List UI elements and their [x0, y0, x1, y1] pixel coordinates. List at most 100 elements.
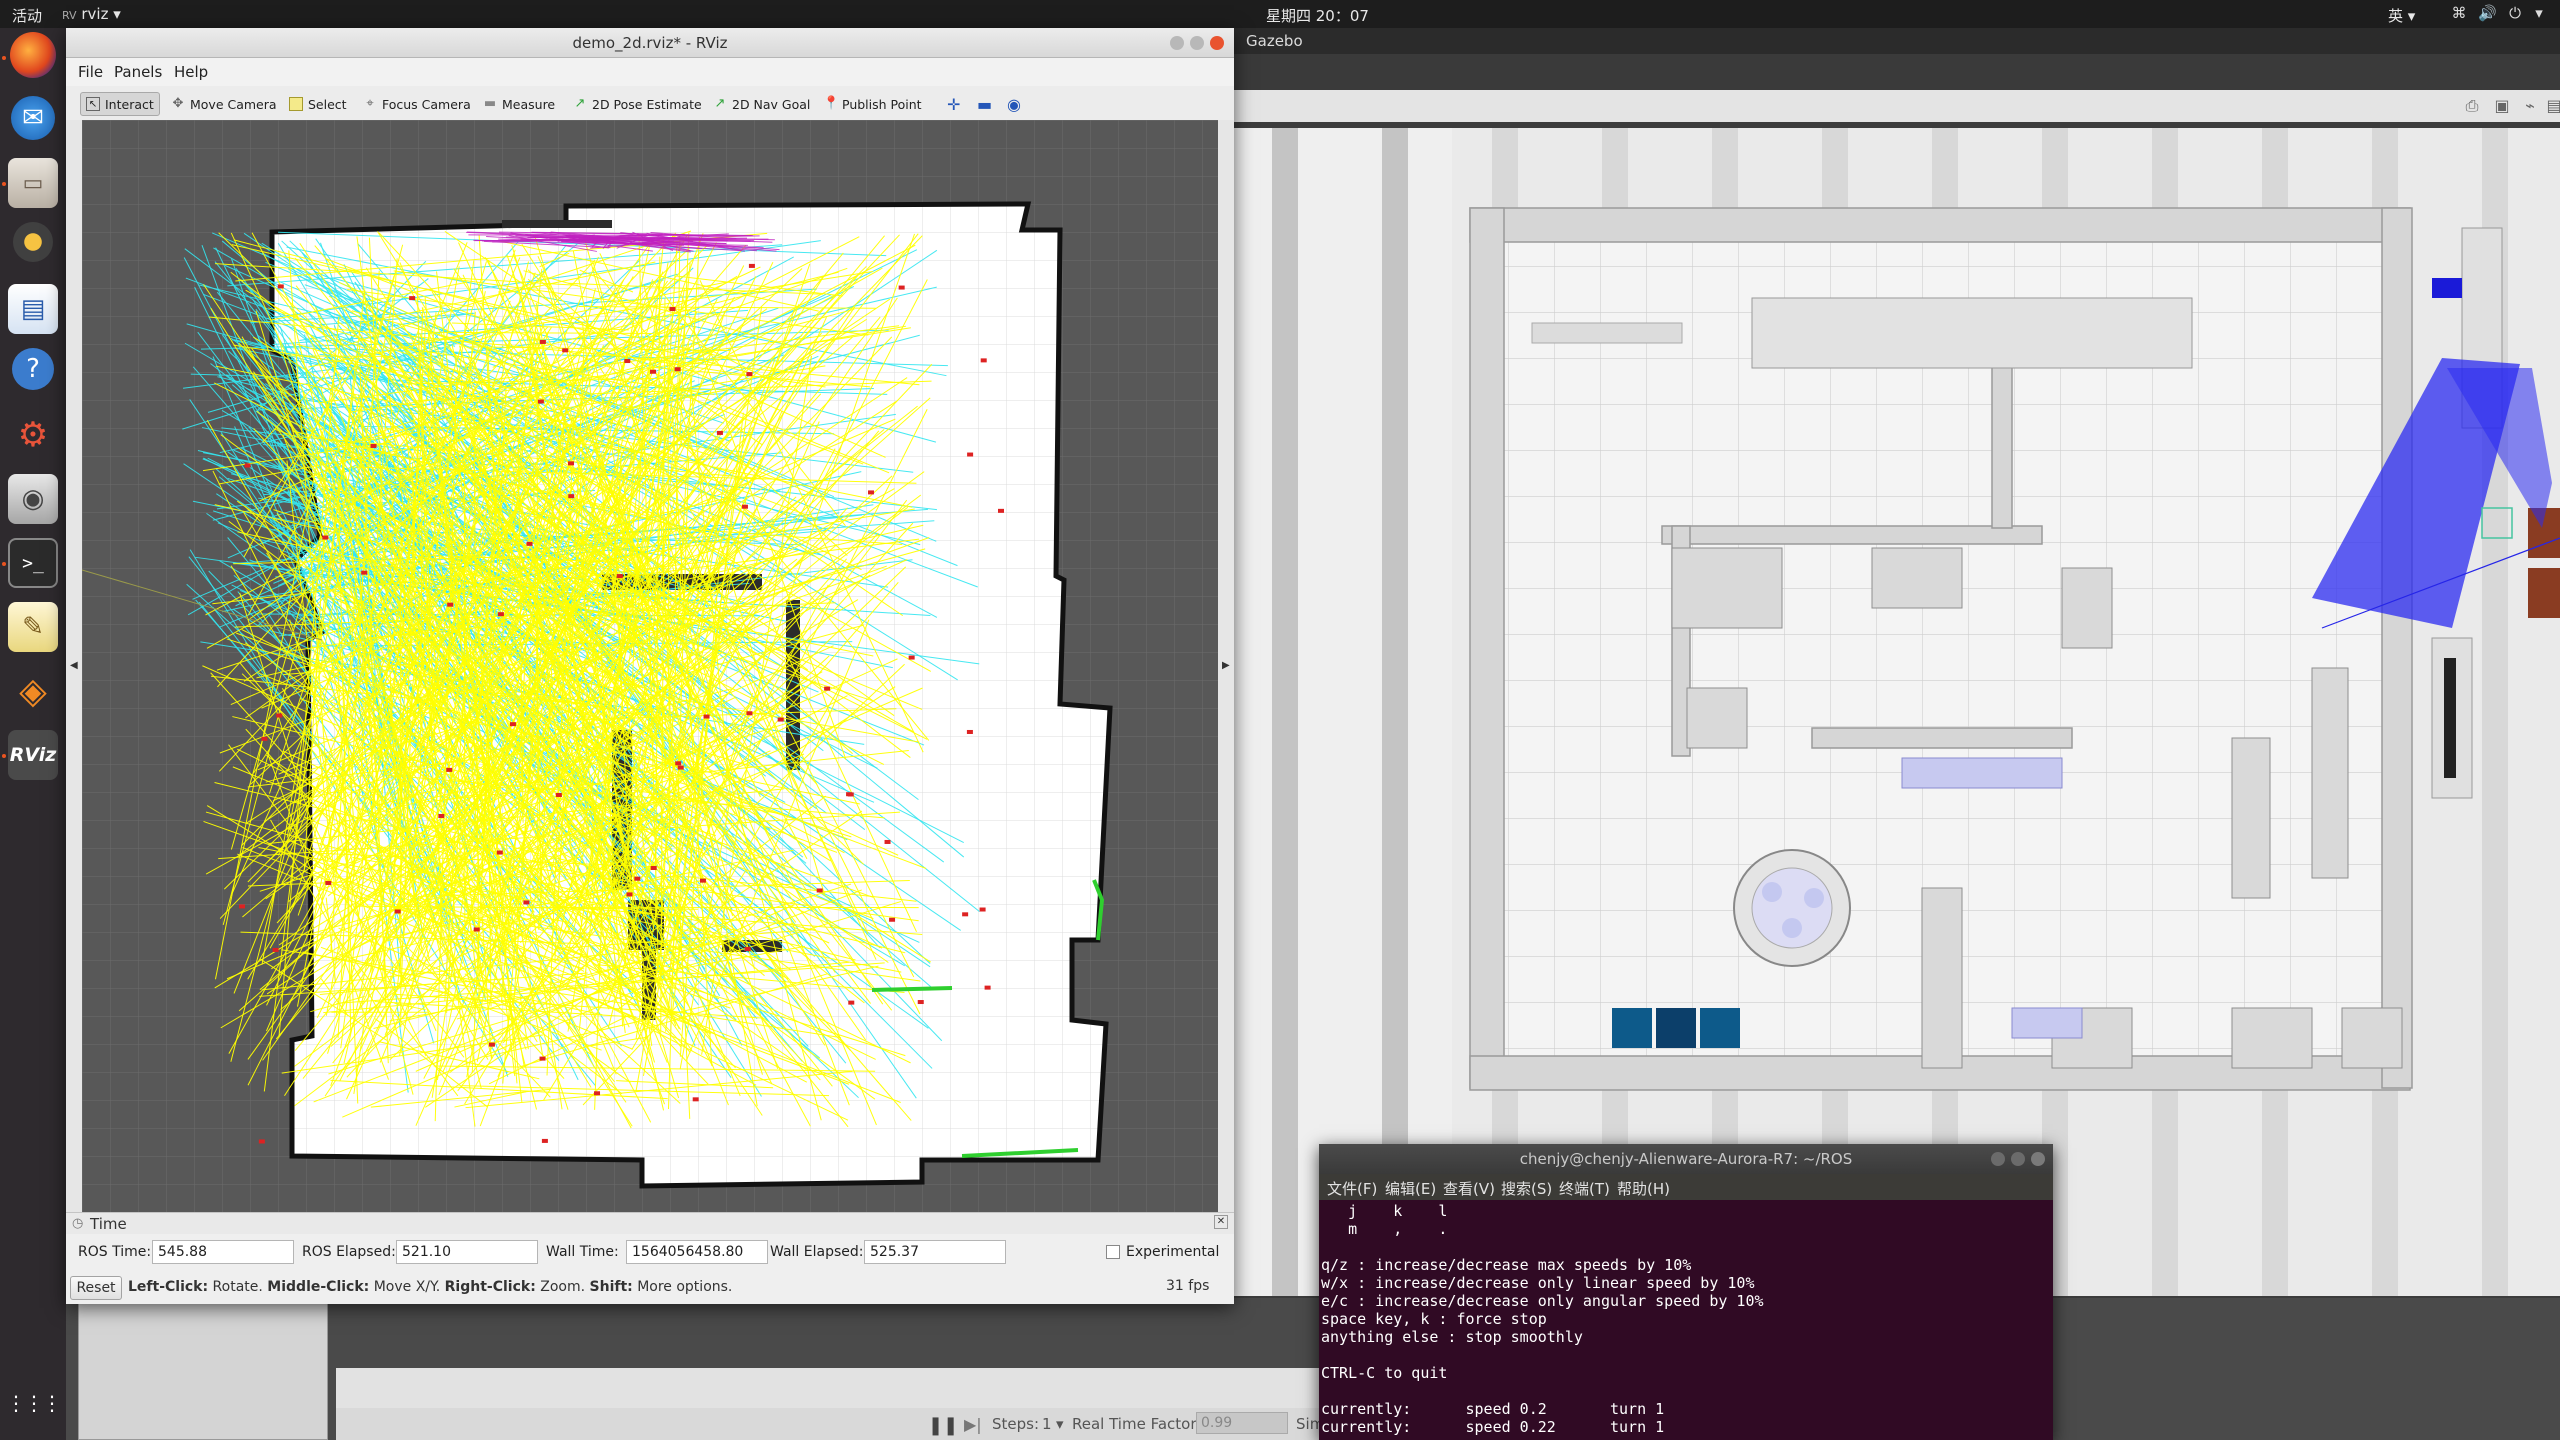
rviz-window: demo_2d.rviz* - RViz File Panels Help ↖ … — [66, 28, 1234, 1304]
landmark-marker — [624, 359, 631, 364]
expand-left-icon[interactable]: ◀ — [70, 660, 78, 671]
landmark-marker — [447, 602, 454, 607]
experimental-checkbox[interactable] — [1106, 1245, 1120, 1259]
rviz-left-dock-handle[interactable]: ◀ — [66, 120, 82, 1236]
ros-elapsed-field[interactable]: 521.10 — [396, 1240, 538, 1264]
maximize-icon[interactable] — [1190, 36, 1204, 50]
clock[interactable]: 星期四 20：07 — [1266, 5, 1369, 26]
activities-button[interactable]: 活动 — [12, 5, 42, 26]
interact-button[interactable]: ↖ Interact — [80, 92, 160, 116]
rviz-small-icon: RV — [62, 9, 77, 22]
menu-search[interactable]: 搜索(S) — [1501, 1178, 1552, 1199]
writer-icon[interactable]: ▤ — [8, 284, 58, 334]
minimize-icon[interactable] — [1991, 1152, 2005, 1166]
landmark-marker — [568, 461, 575, 466]
show-applications-icon[interactable]: ⋮⋮⋮ — [6, 1378, 62, 1428]
menu-help[interactable]: 帮助(H) — [1617, 1178, 1670, 1199]
expand-right-icon[interactable]: ▶ — [1222, 660, 1230, 671]
landmark-marker — [370, 443, 377, 448]
select-button[interactable]: Select — [284, 92, 352, 116]
menu-edit[interactable]: 编辑(E) — [1385, 1178, 1436, 1199]
thunderbird-icon[interactable]: ✉ — [11, 96, 55, 140]
close-icon[interactable] — [2031, 1152, 2045, 1166]
input-method-indicator[interactable]: 英 ▾ — [2388, 5, 2415, 26]
terminal-title: chenjy@chenjy-Alienware-Aurora-R7: ~/ROS — [1519, 1150, 1853, 1168]
wall-elapsed-field[interactable]: 525.37 — [864, 1240, 1006, 1264]
running-indicator — [2, 182, 6, 186]
rviz-title: demo_2d.rviz* - RViz — [572, 34, 728, 52]
landmark-marker — [868, 490, 875, 495]
landmark-marker — [979, 907, 986, 912]
landmark-marker — [650, 866, 657, 871]
move-camera-button[interactable]: ✥ Move Camera — [166, 92, 282, 116]
text-editor-icon[interactable]: ✎ — [8, 602, 58, 652]
nav-goal-button[interactable]: ↗ 2D Nav Goal — [708, 92, 815, 116]
rviz-3d-view[interactable] — [82, 120, 1218, 1236]
menu-view[interactable]: 查看(V) — [1443, 1178, 1495, 1199]
gazebo-side-panel[interactable] — [78, 1294, 328, 1440]
ros-time-field[interactable]: 545.88 — [152, 1240, 294, 1264]
terminal-titlebar[interactable]: chenjy@chenjy-Alienware-Aurora-R7: ~/ROS — [1319, 1144, 2053, 1174]
remove-tool-button[interactable]: ▬ — [972, 92, 997, 116]
step-icon[interactable]: ▶| — [964, 1415, 982, 1434]
terminal-line: m , . — [1321, 1220, 1448, 1238]
reset-button[interactable]: Reset — [70, 1276, 122, 1300]
help-icon[interactable]: ? — [12, 348, 54, 390]
shift-label: Shift: — [589, 1279, 633, 1295]
settings-icon[interactable]: ⚙ — [8, 410, 58, 460]
maximize-icon[interactable] — [2011, 1152, 2025, 1166]
video-icon[interactable]: ▤ — [2544, 96, 2560, 116]
screenshot-icon[interactable]: ◉ — [8, 474, 58, 524]
measure-button[interactable]: ▬ Measure — [478, 92, 560, 116]
volume-icon[interactable]: 🔊 — [2478, 4, 2497, 22]
rviz-right-dock-handle[interactable]: ▶ — [1218, 120, 1234, 1236]
terminal-output[interactable]: j k l m , . q/z : increase/decrease max … — [1319, 1202, 2053, 1440]
menu-file[interactable]: File — [78, 63, 103, 81]
landmark-marker — [898, 285, 905, 290]
steps-chevron-icon[interactable]: ▾ — [1056, 1415, 1064, 1433]
files-icon[interactable]: ▭ — [8, 158, 58, 208]
rhythmbox-icon[interactable] — [13, 222, 53, 262]
pose-estimate-button[interactable]: ↗ 2D Pose Estimate — [568, 92, 707, 116]
menu-terminal[interactable]: 终端(T) — [1559, 1178, 1610, 1199]
rviz-titlebar[interactable]: demo_2d.rviz* - RViz — [66, 28, 1234, 58]
layers-icon[interactable]: ◈ — [8, 666, 58, 716]
wall-time-field[interactable]: 1564056458.80 — [626, 1240, 768, 1264]
rviz-icon[interactable]: RViz — [8, 730, 58, 780]
pause-icon[interactable]: ❚❚ — [928, 1415, 958, 1436]
landmark-marker — [626, 892, 633, 897]
minimize-icon[interactable] — [1170, 36, 1184, 50]
landmark-marker — [699, 878, 706, 883]
power-icon[interactable]: ⏻ — [2506, 4, 2524, 22]
network-icon[interactable]: ⌘ — [2450, 4, 2468, 22]
right-click-desc: Zoom. — [540, 1279, 586, 1295]
menu-panels[interactable]: Panels — [114, 63, 162, 81]
rviz-status-bar: Reset Left-Click: Rotate. Middle-Click: … — [66, 1270, 1234, 1304]
gazebo-world-render — [1232, 128, 2560, 1296]
menu-file[interactable]: 文件(F) — [1327, 1178, 1377, 1199]
menu-help[interactable]: Help — [174, 63, 208, 81]
running-indicator — [2, 562, 6, 566]
plot-icon[interactable]: ⌁ — [2520, 96, 2540, 116]
publish-point-button[interactable]: 📍 Publish Point — [818, 92, 927, 116]
rviz-menubar: File Panels Help — [66, 58, 1234, 86]
add-tool-button[interactable]: ✛ — [942, 92, 965, 116]
gazebo-3d-scene[interactable] — [1232, 128, 2560, 1296]
close-panel-icon[interactable]: ✕ — [1214, 1215, 1228, 1229]
landmark-marker — [361, 570, 368, 575]
app-menu[interactable]: RV rviz ▾ — [62, 5, 121, 23]
log-icon[interactable]: ▣ — [2492, 96, 2512, 116]
terminal-icon[interactable]: >_ — [8, 538, 58, 588]
landmark-marker — [962, 912, 969, 917]
close-icon[interactable] — [1210, 36, 1224, 50]
steps-value[interactable]: 1 — [1042, 1415, 1052, 1433]
fps-counter: 31 fps — [1166, 1278, 1210, 1294]
focus-camera-button[interactable]: ⌖ Focus Camera — [358, 92, 476, 116]
landmark-marker — [967, 452, 974, 457]
camera-icon[interactable]: ⎙ — [2462, 96, 2482, 116]
landmark-marker — [523, 900, 530, 905]
landmark-marker — [741, 504, 748, 509]
tool-properties-button[interactable]: ◉ — [1002, 92, 1026, 116]
system-menu-chevron-icon[interactable]: ▾ — [2530, 4, 2548, 22]
firefox-icon[interactable] — [10, 32, 56, 78]
